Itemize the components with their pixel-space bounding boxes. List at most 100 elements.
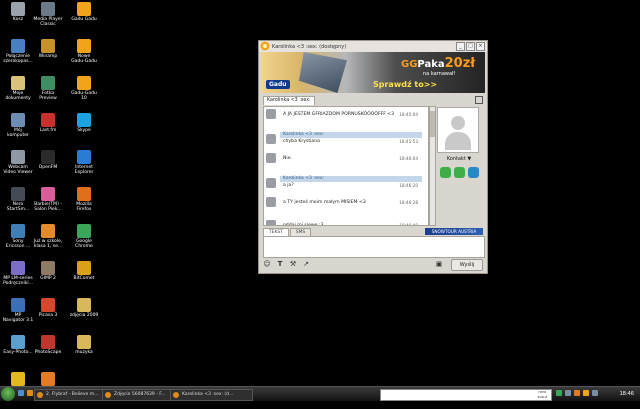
gadu-gadu-flower-icon [260,41,270,51]
conversation-tabbar: Karolinka <3 :sex: [261,95,485,105]
desktop-shortcut-label: Gadu Gadu [71,17,97,22]
tray-app-icon[interactable] [592,390,598,396]
tab-conversation[interactable]: Karolinka <3 :sex: [263,96,315,105]
desktop-shortcut[interactable]: zdjęcia 2009 [66,298,102,335]
window-title: Karolinka <3 :sex: (dostępny) [272,43,347,50]
skype-icon [77,113,91,127]
tray-volume-icon[interactable] [565,390,571,396]
start-button[interactable] [1,387,15,401]
ad-banner[interactable]: Gadu GGPaka20zł na karnawał! Sprawdź to>… [261,52,485,93]
sender-avatar [266,197,276,207]
desktop-shortcut-label: Easy-Photo... [3,350,33,355]
app-icon [105,392,111,398]
chat-message: A JA JESTEM GFRIAZDOM PORNUSKÓÓÓÓFFF <3 1… [264,107,422,130]
desktop-shortcut-label: Mozilla Firefox [76,202,92,213]
desktop-shortcut-label: Last.fm [39,128,57,133]
nero-scout-search[interactable]: nero scout [380,389,552,401]
banner-headline: GGPaka20zł [401,56,476,71]
contact-panel: Kontakt ▼ [437,107,481,178]
profile-icon[interactable] [467,167,479,178]
maximize-button[interactable]: □ [466,42,475,51]
firefox-quicklaunch-icon[interactable] [27,390,33,396]
bitcomet-icon [77,261,91,275]
desktop-shortcut-label: Nero StartSm... [6,202,30,213]
gimp-icon [41,261,55,275]
banner-image [299,52,347,93]
desktop-shortcut[interactable]: Media Player Classic [30,2,66,39]
desktop-shortcut[interactable]: OpenFM [30,150,66,187]
easyphoto-icon [11,335,25,349]
scrollbar-thumb[interactable] [430,111,435,137]
show-desktop-icon[interactable] [18,390,24,396]
desktop-shortcut-label: Fotka Preview [39,91,57,102]
desktop-shortcut-label: MP Navigator 3.1 [2,313,34,324]
desktop-shortcut-label: Moje dokumenty [5,91,31,102]
tab-options-icon[interactable] [475,96,483,104]
compose-toolbar: ☺ T ⚒ ↗ ▣ Wyślij [261,259,485,271]
lastfm-icon [41,113,55,127]
desktop-shortcut[interactable]: Picasa 3 [30,298,66,335]
desktop-shortcut-label: muzyka [75,350,93,355]
desktop-shortcut[interactable]: muzyka [66,335,102,372]
snowtour-ad[interactable]: SNOWTOUR AUSTRIA [425,228,483,235]
chat-message: oddaj mi siewe ;3 18:46:40 [264,218,422,225]
tray-avast-icon[interactable] [574,390,580,396]
message-input[interactable] [263,236,485,258]
desktop-shortcut[interactable]: BitComet [66,261,102,298]
image-attach-icon[interactable]: ▣ [435,260,443,268]
desktop-shortcut[interactable]: GIMP 2 [30,261,66,298]
desktop-shortcut-label: BitComet [73,276,95,281]
nero-scout-label: nero scout [537,390,547,399]
phone-icon [11,224,25,238]
chat-window: Karolinka <3 :sex: (dostępny) _ □ × Gadu… [258,40,488,274]
desktop-shortcut-label: Skype [77,128,91,133]
message-time: 18:46:28 [399,200,418,205]
taskbar-item-flybraf[interactable]: 2. Flybraf - Believe m... [34,389,111,401]
tray-network-icon[interactable] [556,390,562,396]
webcam-icon [11,150,25,164]
desktop-shortcut[interactable]: Skype [66,113,102,150]
picasa-icon [41,298,55,312]
tray-gadu-icon[interactable] [583,390,589,396]
video-call-icon[interactable] [453,167,465,178]
desktop-shortcut[interactable]: Nowe Gadu-Gadu [66,39,102,76]
window-titlebar[interactable]: Karolinka <3 :sex: (dostępny) _ □ × [259,41,487,52]
call-icon[interactable] [439,167,451,178]
gadu-gadu-10-icon [77,76,91,90]
message-scrollbar[interactable] [429,106,436,226]
taskbar-item-karolinka[interactable]: Karolinka <3 :sex: (d... [170,389,253,401]
desktop-shortcut[interactable]: Mozilla Firefox [66,187,102,224]
close-button[interactable]: × [476,42,485,51]
emoticon-icon[interactable]: ☺ [263,260,271,268]
desktop-shortcut[interactable]: Gadu-Gadu 10 [66,76,102,113]
clock[interactable]: 18:46 [620,387,634,401]
minimize-button[interactable]: _ [456,42,465,51]
desktop-shortcut[interactable]: Już w szkole, klasa 1, se... [30,224,66,261]
banner-cta-link[interactable]: Sprawdź to>> [373,80,437,89]
desktop-shortcut[interactable]: Fotka Preview [30,76,66,113]
desktop-shortcut[interactable]: PhotoScape [30,335,66,372]
sender-avatar [266,109,276,119]
settings-tools-icon[interactable]: ⚒ [289,260,297,268]
desktop-icons-column-3: Gadu Gadu Nowe Gadu-Gadu Gadu-Gadu 10 Skype… [66,2,102,372]
chat-message: Karolinka <3 :sex: a ja? 18:46:20 [264,176,422,195]
send-file-icon[interactable]: ↗ [302,260,310,268]
send-button[interactable]: Wyślij [451,259,483,271]
desktop-shortcut[interactable]: Winamp [30,39,66,76]
desktop-shortcut-label: Internet Explorer [74,165,94,176]
sender-avatar [266,134,276,144]
barbie-icon [41,187,55,201]
openfm-icon [41,150,55,164]
desktop-shortcut[interactable]: Gadu Gadu [66,2,102,39]
system-tray [556,390,598,396]
message-text: A JA JESTEM GFRIAZDOM PORNUSKÓÓÓÓFFF <3 [283,112,395,117]
desktop-shortcut[interactable]: Google Chrome [66,224,102,261]
taskbar-item-zdjecie[interactable]: Zdjęcie 56087639 - F... [102,389,179,401]
media-player-icon [41,2,55,16]
desktop-shortcut[interactable]: Barbie(TM) - Salon Piek... [30,187,66,224]
contact-menu-button[interactable]: Kontakt ▼ [437,156,481,162]
desktop-shortcut[interactable]: Last.fm [30,113,66,150]
desktop-shortcut-label: Gadu-Gadu 10 [71,91,97,102]
text-format-icon[interactable]: T [276,260,284,268]
desktop-shortcut[interactable]: Internet Explorer [66,150,102,187]
